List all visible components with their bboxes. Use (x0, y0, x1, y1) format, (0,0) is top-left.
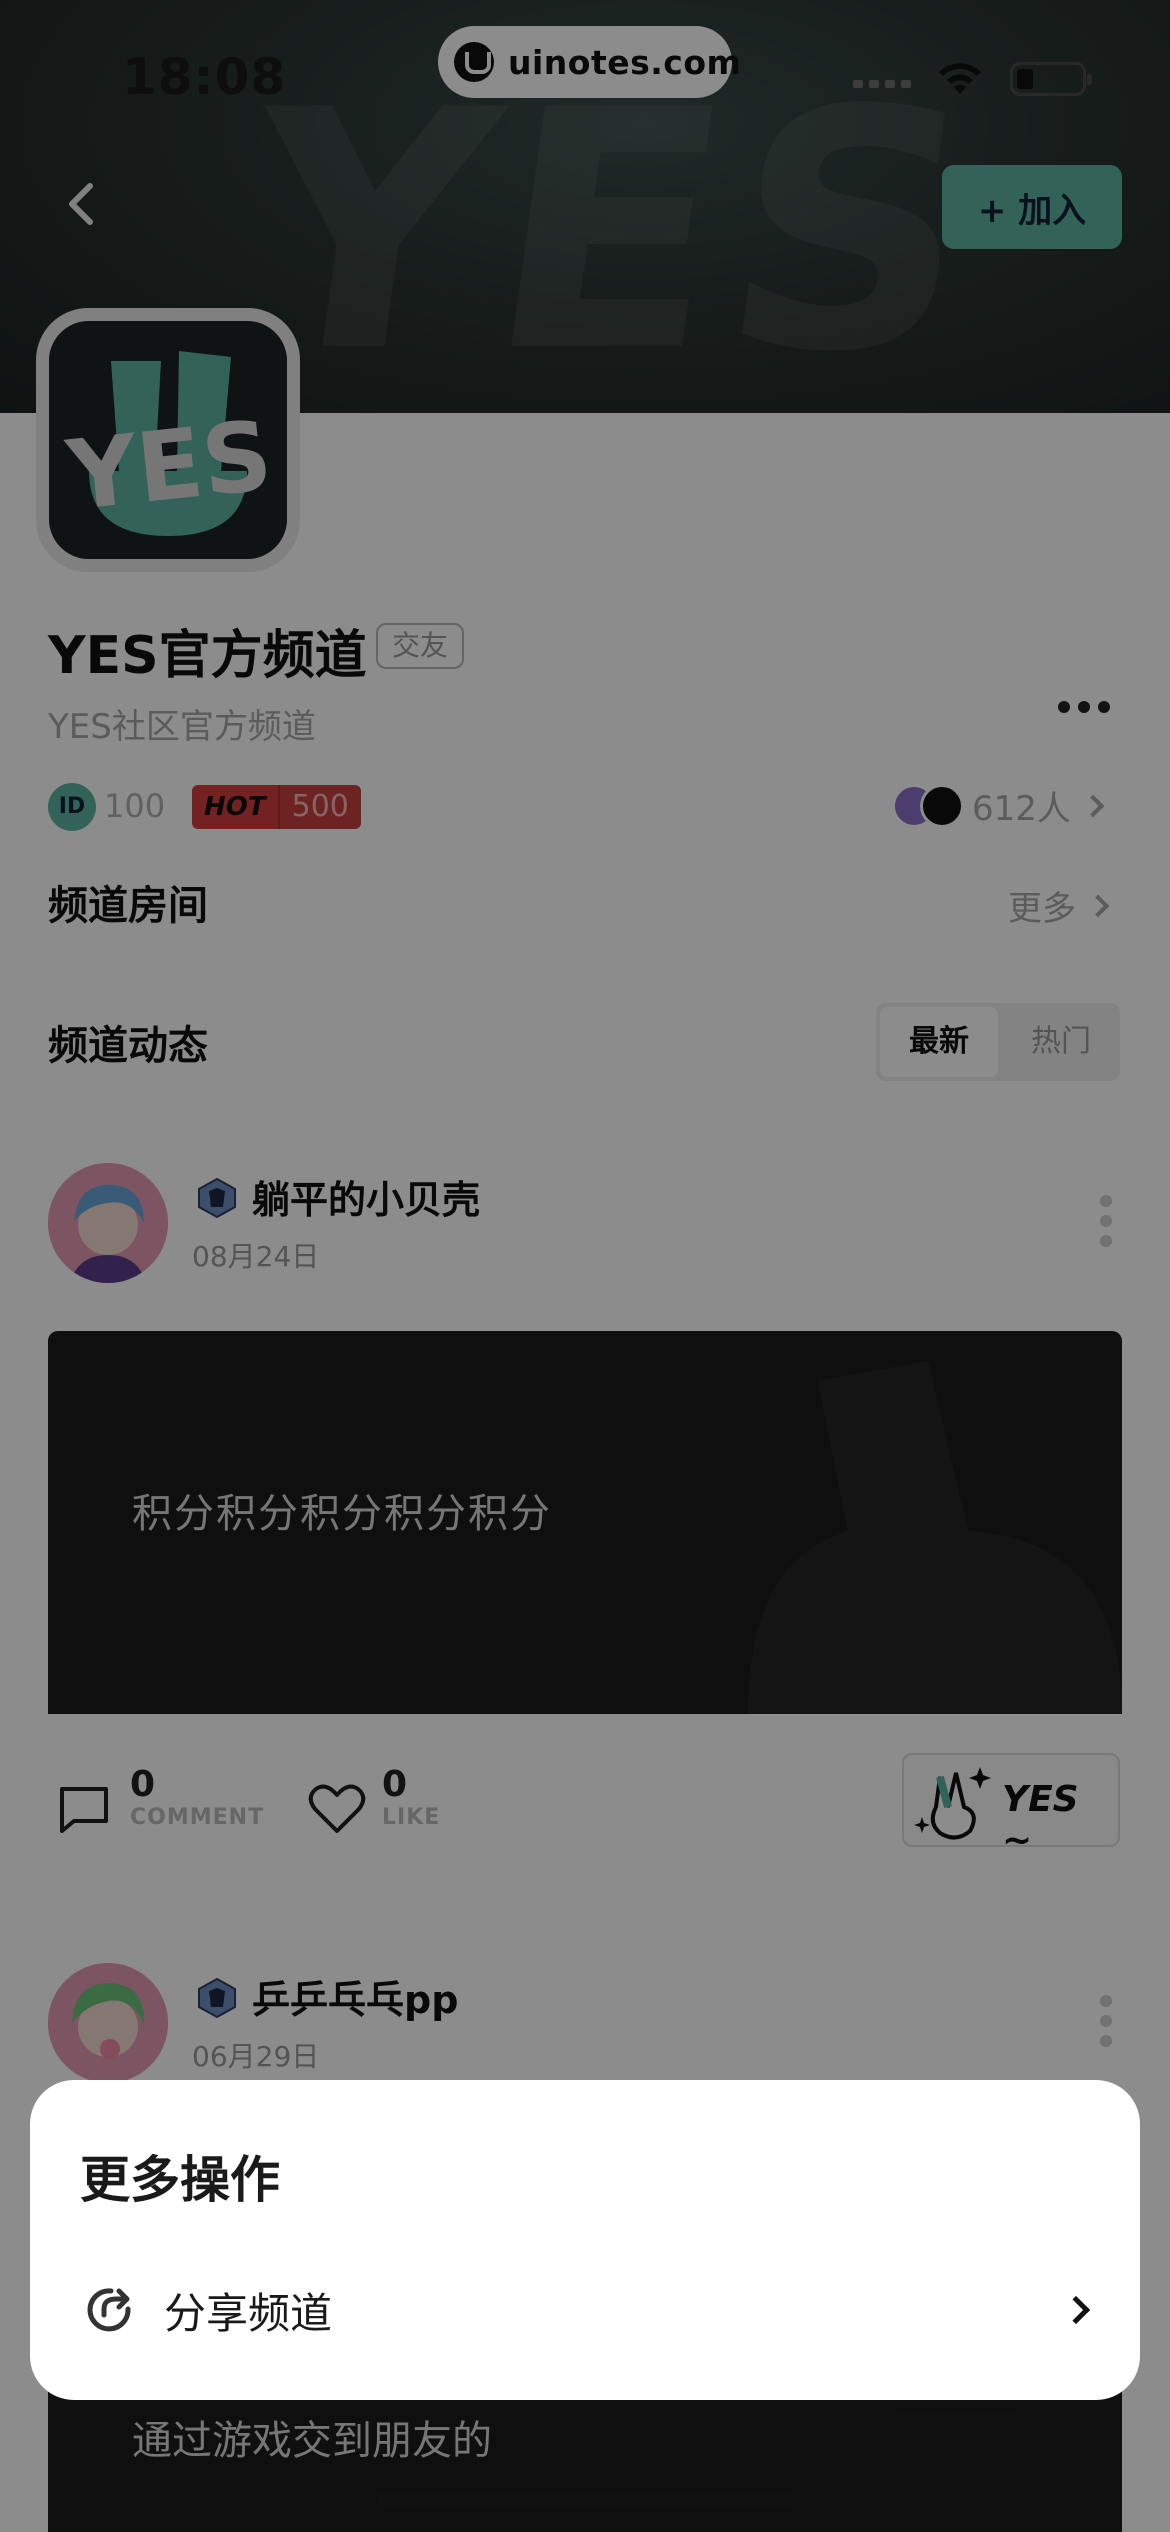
channel-page: YES 18:08 uinotes.com + 加入 YES YES官方频道 交… (0, 0, 1170, 2532)
share-channel-item[interactable]: 分享频道 (80, 2270, 1100, 2350)
chevron-right-icon (1061, 2295, 1091, 2325)
sheet-title: 更多操作 (80, 2151, 280, 2209)
home-indicator[interactable] (377, 2492, 793, 2506)
share-channel-label: 分享频道 (164, 2288, 333, 2338)
share-icon (87, 2288, 131, 2332)
more-actions-sheet: 更多操作 分享频道 (30, 2080, 1140, 2400)
